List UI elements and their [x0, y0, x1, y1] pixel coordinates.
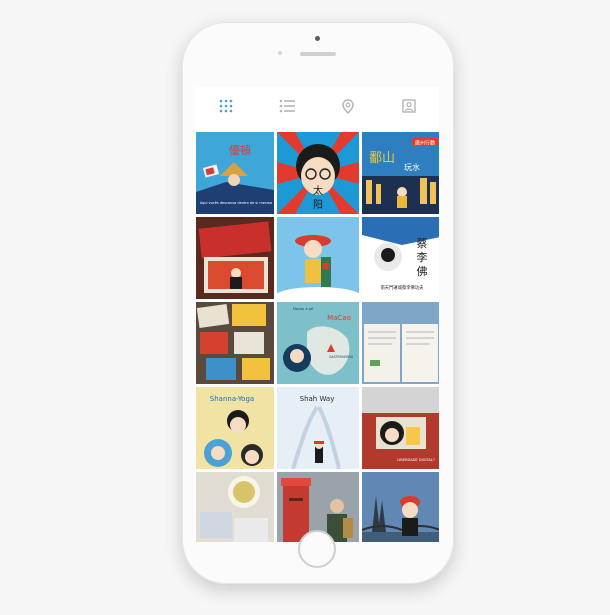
post-tile-macao-map[interactable]: MaCao Macau a pé GASTRONOMIA: [277, 302, 359, 384]
post-tile-library-arches[interactable]: LIBERDADE DIGITAL?: [362, 387, 439, 469]
post-tile-printed-cards[interactable]: [196, 217, 274, 299]
post-caption: GASTRONOMIA: [329, 355, 354, 359]
post-title-2: 李: [417, 250, 428, 264]
post-image: 廣州行動 鄱山 玩水: [362, 132, 439, 214]
volume-up-button: [179, 114, 182, 136]
post-tile-tea-table[interactable]: [196, 472, 274, 542]
post-subtitle: Macau a pé: [293, 307, 313, 311]
power-button: [454, 127, 457, 161]
post-title: 蔡: [417, 237, 428, 250]
post-tile-winter-street[interactable]: Shah Way: [277, 387, 359, 469]
post-title: 鄱山: [369, 151, 395, 166]
post-image: 蔡 李 佛 南天門運城蔡李佛功夫: [362, 217, 439, 299]
post-tile-kung-fu[interactable]: 蔡 李 佛 南天門運城蔡李佛功夫: [362, 217, 439, 299]
proximity-sensor: [278, 51, 282, 55]
post-image: 優頓 Aqui vocês descansa dentro de si mesm…: [196, 132, 274, 214]
post-image: [196, 472, 274, 542]
post-title-3: 佛: [417, 265, 428, 278]
post-banner: 廣州行動: [415, 140, 435, 147]
app-screen: 優頓 Aqui vocês descansa dentro de si mesm…: [195, 87, 439, 542]
post-image: Shanna-Yoga: [196, 387, 274, 469]
list-icon: [279, 99, 295, 113]
post-tile-wutong-hat[interactable]: 優頓 Aqui vocês descansa dentro de si mesm…: [196, 132, 274, 214]
post-image: LIBERDADE DIGITAL?: [362, 387, 439, 469]
post-tile-red-hat-traveller[interactable]: [277, 217, 359, 299]
tab-list-view[interactable]: [267, 91, 307, 121]
person-tag-icon: [401, 99, 416, 113]
post-title: Shanna-Yoga: [210, 395, 254, 403]
post-caption: 南天門運城蔡李佛功夫: [381, 284, 425, 291]
tab-map-view[interactable]: [328, 91, 368, 121]
tab-tagged-view[interactable]: [389, 91, 429, 121]
post-title: Shah Way: [300, 395, 335, 403]
post-image: Shah Way: [277, 387, 359, 469]
post-image: [362, 472, 439, 542]
post-image: [362, 302, 439, 384]
post-image: [196, 217, 274, 299]
post-title: MaCao: [327, 314, 351, 322]
post-caption: LIBERDADE DIGITAL?: [397, 458, 435, 462]
post-tile-postcards-spread[interactable]: [196, 302, 274, 384]
post-tile-notebook-flight[interactable]: [362, 302, 439, 384]
profile-tab-bar: [195, 87, 439, 125]
post-image: [277, 217, 359, 299]
post-subtitle: 阳: [313, 199, 323, 211]
grid-icon: [219, 99, 232, 113]
earpiece-speaker: [300, 52, 336, 56]
post-title: 優頓: [229, 143, 251, 157]
front-camera: [315, 36, 320, 41]
post-tile-shanna-yoga[interactable]: Shanna-Yoga: [196, 387, 274, 469]
post-image: MaCao Macau a pé GASTRONOMIA: [277, 302, 359, 384]
post-tile-city-night[interactable]: 廣州行動 鄱山 玩水: [362, 132, 439, 214]
home-button[interactable]: [298, 530, 336, 568]
post-tile-cologne-bridge[interactable]: [362, 472, 439, 542]
location-pin-icon: [341, 98, 354, 114]
volume-down-button: [179, 144, 182, 166]
post-caption: Aqui vocês descansa dentro de si mesmo: [200, 201, 273, 205]
tab-grid-view[interactable]: [206, 91, 246, 121]
post-title: 太: [313, 184, 323, 197]
post-subtitle: 玩水: [404, 162, 420, 172]
post-image: [196, 302, 274, 384]
post-image: 太 阳: [277, 132, 359, 214]
phone-frame: 優頓 Aqui vocês descansa dentro de si mesm…: [179, 22, 457, 584]
photo-grid: 優頓 Aqui vocês descansa dentro de si mesm…: [196, 132, 439, 542]
post-tile-sun-portrait[interactable]: 太 阳: [277, 132, 359, 214]
